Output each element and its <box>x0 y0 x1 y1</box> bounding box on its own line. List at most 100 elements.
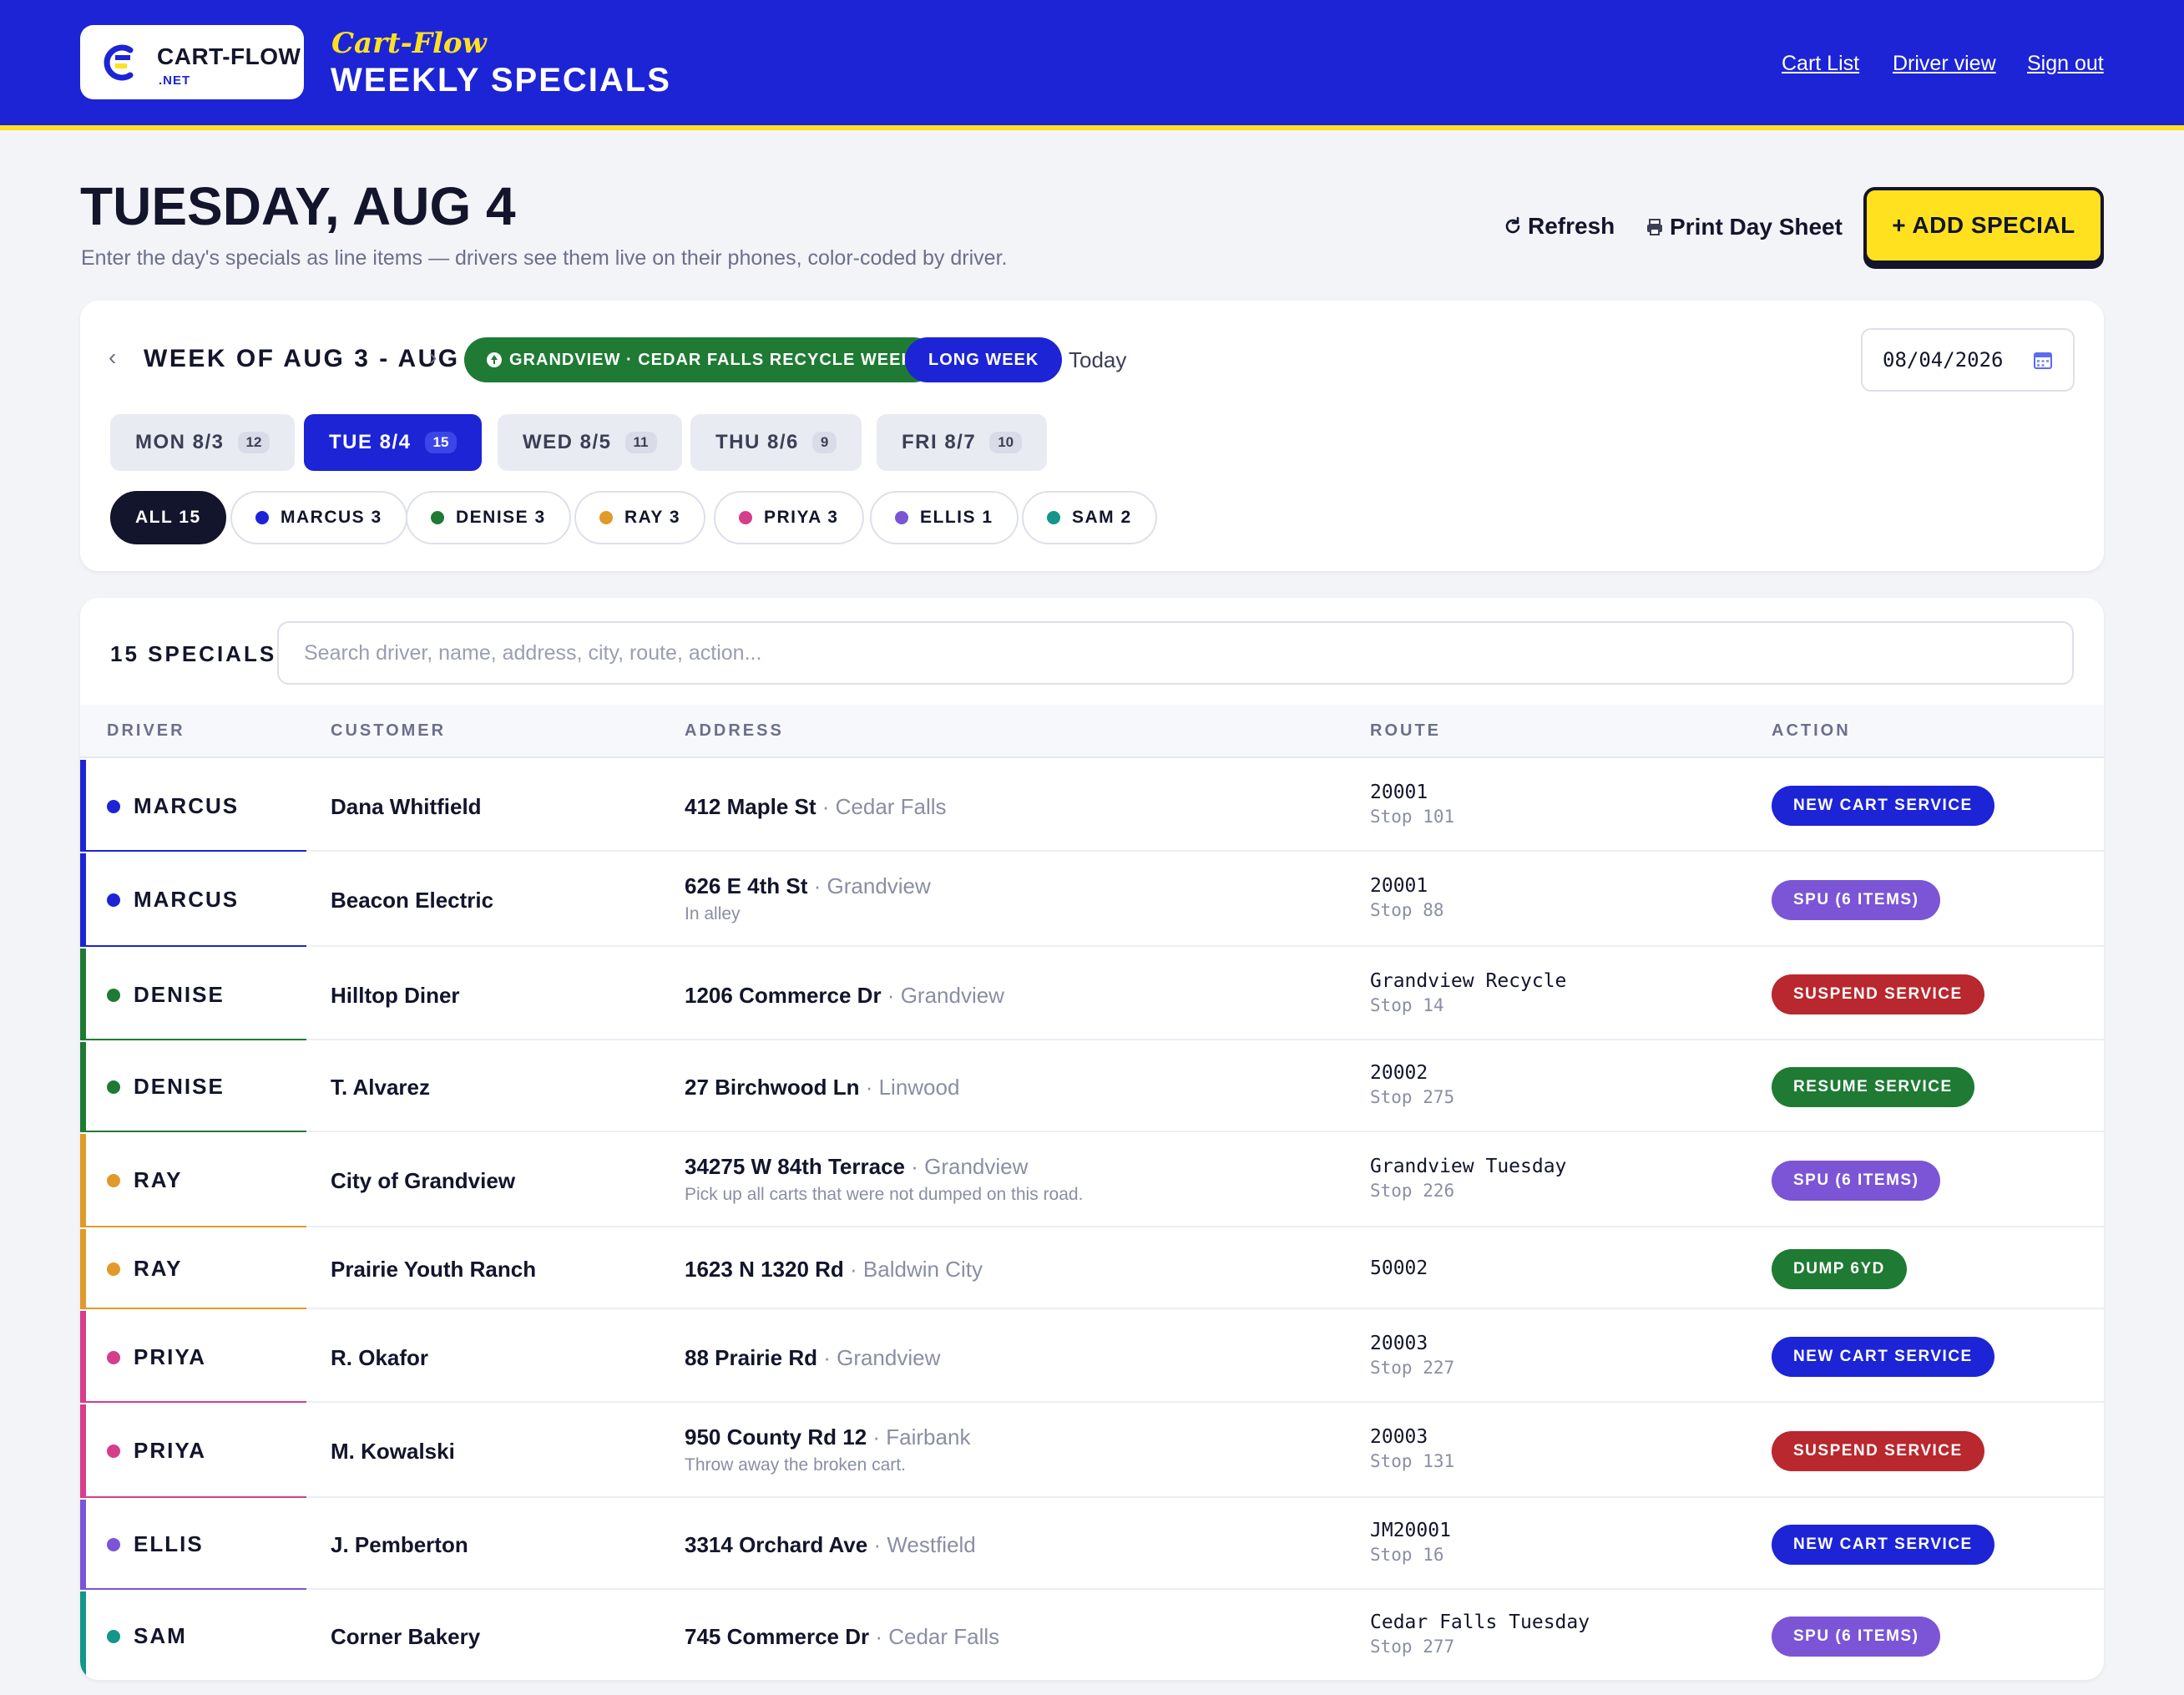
address-city: Grandview <box>827 873 931 898</box>
nav-sign-out[interactable]: Sign out <box>2027 52 2104 76</box>
driver-color-dot <box>599 511 613 524</box>
action-badge[interactable]: SUSPEND SERVICE <box>1772 974 1984 1014</box>
address-separator: · <box>859 1075 879 1100</box>
action-badge[interactable]: NEW CART SERVICE <box>1772 1525 1994 1565</box>
route-name: 20001 <box>1370 875 1428 897</box>
address-street: 626 E 4th St <box>685 873 808 898</box>
column-header-address[interactable]: ADDRESS <box>685 721 784 741</box>
chevron-right-icon[interactable]: › <box>429 344 437 371</box>
route-stop: Stop 101 <box>1370 807 1455 827</box>
row-address: 1623 N 1320 Rd · Baldwin City <box>685 1257 983 1283</box>
table-row[interactable]: MARCUS Dana Whitfield 412 Maple St · Ced… <box>80 760 2104 852</box>
driver-color-dot <box>895 511 908 524</box>
route-name: Grandview Tuesday <box>1370 1156 1567 1177</box>
table-row[interactable]: ELLIS J. Pemberton 3314 Orchard Ave · We… <box>80 1500 2104 1590</box>
day-tab-fri[interactable]: FRI 8/7 10 <box>877 414 1048 471</box>
driver-filter-priya[interactable]: PRIYA 3 <box>714 491 864 544</box>
column-header-route[interactable]: ROUTE <box>1370 721 1441 741</box>
driver-filter-denise[interactable]: DENISE 3 <box>406 491 571 544</box>
driver-underline <box>86 1401 306 1403</box>
row-route: Cedar Falls Tuesday Stop 277 <box>1370 1612 1590 1657</box>
customer-name: Dana Whitfield <box>331 794 482 819</box>
row-route: JM20001 Stop 16 <box>1370 1520 1451 1565</box>
address-street: 950 County Rd 12 <box>685 1424 867 1450</box>
action-badge[interactable]: SPU (6 ITEMS) <box>1772 880 1941 920</box>
driver-filter-label: PRIYA 3 <box>764 508 839 527</box>
action-badge[interactable]: NEW CART SERVICE <box>1772 786 1994 826</box>
table-row[interactable]: MARCUS Beacon Electric 626 E 4th St · Gr… <box>80 853 2104 947</box>
top-bar: CART-FLOW .NET Cart-Flow WEEKLY SPECIALS… <box>0 0 2184 125</box>
today-button[interactable]: Today <box>1069 347 1126 373</box>
table-row[interactable]: DENISE Hilltop Diner 1206 Commerce Dr · … <box>80 949 2104 1040</box>
day-tab-label: THU 8/6 <box>715 431 799 453</box>
address-street: 88 Prairie Rd <box>685 1345 817 1370</box>
search-input[interactable] <box>277 621 2074 685</box>
refresh-button[interactable]: Refresh <box>1503 213 1615 240</box>
day-tab-count: 10 <box>989 432 1023 453</box>
chevron-left-icon[interactable]: ‹ <box>109 344 116 371</box>
action-badge[interactable]: SPU (6 ITEMS) <box>1772 1161 1941 1201</box>
table-row[interactable]: DENISE T. Alvarez 27 Birchwood Ln · Linw… <box>80 1042 2104 1132</box>
address-street: 34275 W 84th Terrace <box>685 1154 905 1179</box>
filter-card: ‹ WEEK OF AUG 3 - AUG 7 › GRANDVIEW · CE… <box>80 301 2104 571</box>
action-badge[interactable]: DUMP 6YD <box>1772 1249 1907 1289</box>
driver-dot <box>107 799 120 813</box>
row-address: 745 Commerce Dr · Cedar Falls <box>685 1624 999 1650</box>
nav-driver-view[interactable]: Driver view <box>1893 52 1996 76</box>
driver-filter-label: ELLIS 1 <box>920 508 993 527</box>
driver-dot <box>107 1080 120 1094</box>
day-tab-mon[interactable]: MON 8/3 12 <box>110 414 296 471</box>
table-row[interactable]: SAM Corner Bakery 745 Commerce Dr · Ceda… <box>80 1591 2104 1680</box>
driver-color-dot <box>431 511 444 524</box>
nav-cart-list[interactable]: Cart List <box>1782 52 1859 76</box>
route-name: 50002 <box>1370 1257 1428 1279</box>
row-driver: RAY <box>107 1167 183 1193</box>
customer-name: Prairie Youth Ranch <box>331 1257 537 1282</box>
logo[interactable]: CART-FLOW .NET <box>80 25 304 99</box>
driver-color-bar <box>80 1229 86 1309</box>
address-separator: · <box>816 794 836 819</box>
driver-filter-label: DENISE 3 <box>456 508 546 527</box>
row-address: 412 Maple St · Cedar Falls <box>685 794 947 820</box>
date-picker-input[interactable]: 08/04/2026 <box>1861 328 2075 392</box>
table-row[interactable]: PRIYA R. Okafor 88 Prairie Rd · Grandvie… <box>80 1311 2104 1403</box>
table-row[interactable]: PRIYA M. Kowalski 950 County Rd 12 · Fai… <box>80 1404 2104 1498</box>
row-route: Grandview Tuesday Stop 226 <box>1370 1156 1566 1201</box>
day-tab-thu[interactable]: THU 8/6 9 <box>690 414 862 471</box>
specials-count: 15 SPECIALS <box>110 641 277 666</box>
table-row[interactable]: RAY City of Grandview 34275 W 84th Terra… <box>80 1134 2104 1227</box>
refresh-label: Refresh <box>1528 213 1615 239</box>
action-badge[interactable]: SUSPEND SERVICE <box>1772 1431 1984 1471</box>
column-header-driver[interactable]: DRIVER <box>107 721 185 741</box>
driver-filter-marcus[interactable]: MARCUS 3 <box>230 491 407 544</box>
row-route: 20001 Stop 101 <box>1370 782 1454 827</box>
driver-name: ELLIS <box>134 1531 204 1556</box>
day-tab-tue[interactable]: TUE 8/4 15 <box>304 414 483 471</box>
driver-filter-ray[interactable]: RAY 3 <box>574 491 706 544</box>
driver-dot <box>107 1537 120 1551</box>
add-special-button[interactable]: + ADD SPECIAL <box>1863 187 2104 264</box>
driver-filter-label: RAY 3 <box>624 508 681 527</box>
address-separator: · <box>816 1345 837 1370</box>
column-header-customer[interactable]: CUSTOMER <box>331 721 446 741</box>
column-header-action[interactable]: ACTION <box>1772 721 1851 741</box>
calendar-icon[interactable] <box>2033 350 2053 370</box>
printer-icon <box>1647 219 1662 235</box>
action-badge[interactable]: RESUME SERVICE <box>1772 1067 1974 1107</box>
driver-filter-sam[interactable]: SAM 2 <box>1022 491 1157 544</box>
driver-filter-all[interactable]: ALL 15 <box>110 491 226 544</box>
action-badge[interactable]: SPU (6 ITEMS) <box>1772 1617 1941 1657</box>
driver-filter-ellis[interactable]: ELLIS 1 <box>870 491 1019 544</box>
row-driver: ELLIS <box>107 1531 204 1557</box>
driver-name: MARCUS <box>134 887 240 912</box>
driver-dot <box>107 988 120 1002</box>
driver-dot <box>107 893 120 907</box>
customer-name: Hilltop Diner <box>331 983 460 1008</box>
row-address: 950 County Rd 12 · Fairbank Throw away th… <box>685 1424 970 1475</box>
address-street: 1623 N 1320 Rd <box>685 1257 844 1282</box>
action-badge[interactable]: NEW CART SERVICE <box>1772 1337 1994 1377</box>
long-week-badge[interactable]: LONG WEEK <box>905 337 1063 382</box>
print-day-sheet-button[interactable]: Print Day Sheet <box>1645 214 1843 240</box>
table-row[interactable]: RAY Prairie Youth Ranch 1623 N 1320 Rd ·… <box>80 1229 2104 1309</box>
day-tab-wed[interactable]: WED 8/5 11 <box>498 414 682 471</box>
